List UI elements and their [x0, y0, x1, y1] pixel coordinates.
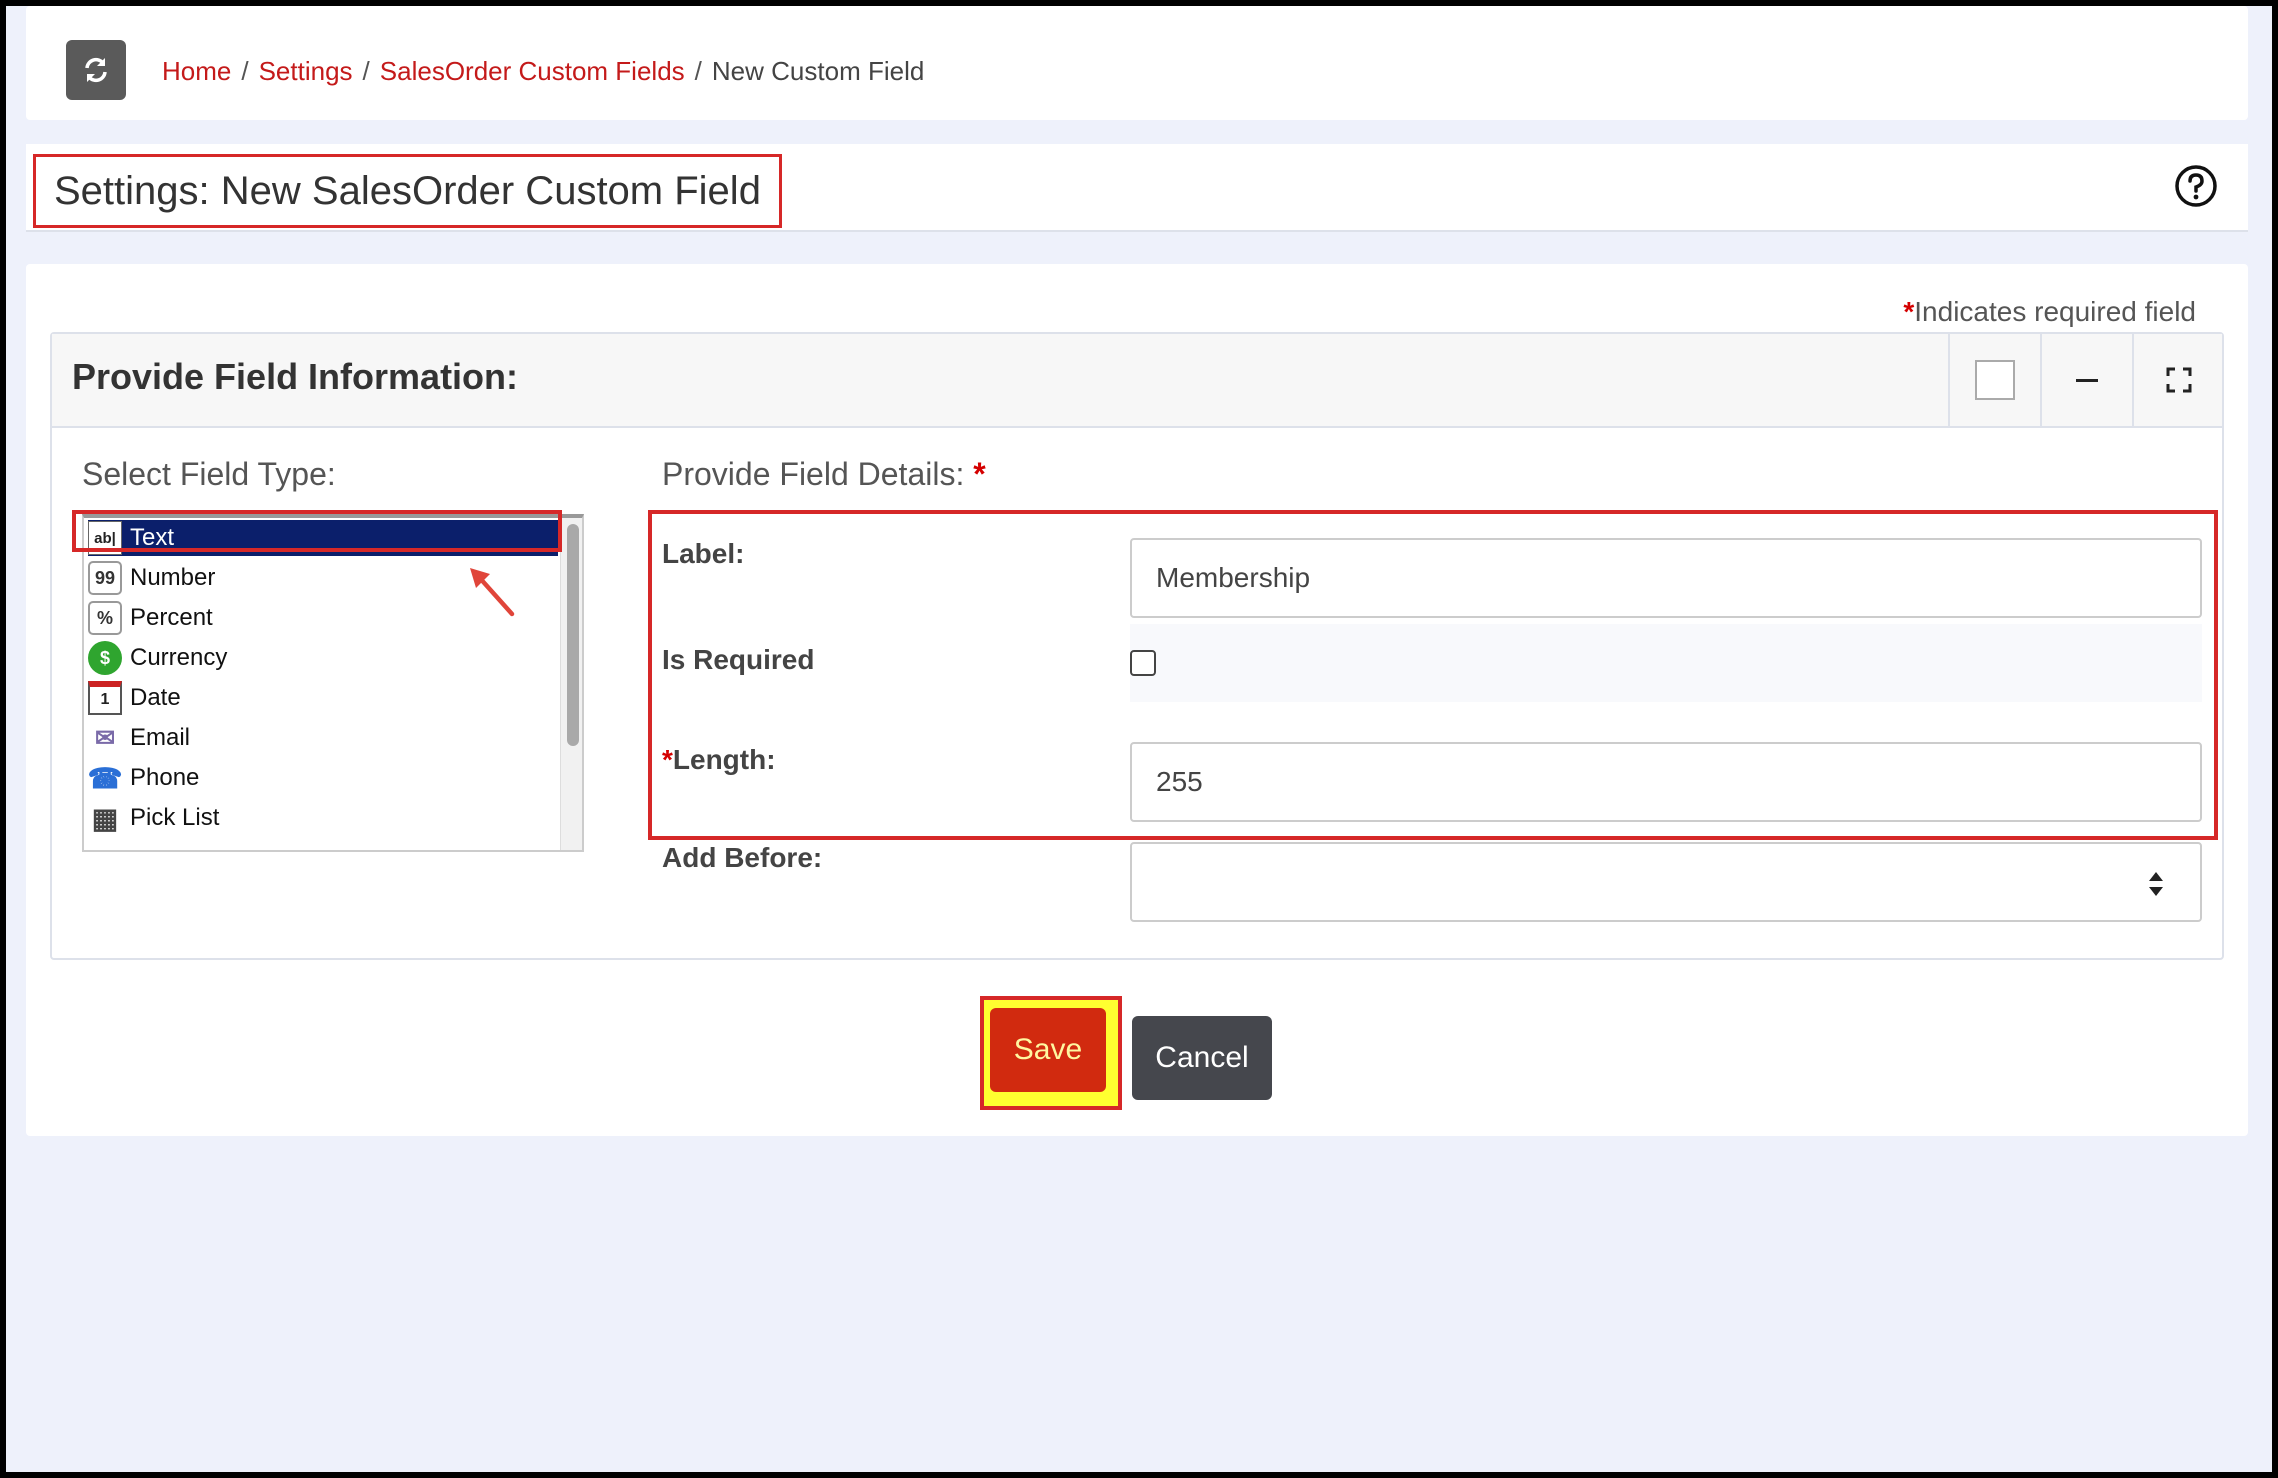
phone-icon: ☎: [87, 762, 123, 794]
panel-expand-button[interactable]: [2132, 334, 2224, 426]
field-details-annotation: [648, 510, 2218, 840]
panel-title: Provide Field Information:: [72, 356, 519, 397]
save-button[interactable]: Save: [990, 1008, 1106, 1092]
list-item-label: Number: [130, 564, 216, 591]
calendar-icon: 1: [88, 681, 122, 715]
field-details-text: Provide Field Details:: [662, 456, 965, 492]
list-item-label: Email: [130, 724, 191, 751]
breadcrumb-separator: /: [362, 56, 370, 86]
list-item-label: Phone: [130, 764, 200, 791]
required-note-text: Indicates required field: [1914, 296, 2196, 327]
title-bar: Settings: New SalesOrder Custom Field: [26, 144, 2248, 232]
checkbox-square-icon: [1975, 360, 2015, 400]
list-item-label: Currency: [130, 644, 228, 671]
breadcrumb-separator: /: [241, 56, 249, 86]
expand-icon: [2166, 367, 2192, 393]
help-icon[interactable]: [2174, 164, 2218, 208]
add-before-label: Add Before:: [662, 842, 823, 873]
field-type-date[interactable]: 1 Date: [88, 680, 558, 716]
currency-icon: $: [88, 641, 122, 675]
page-title: Settings: New SalesOrder Custom Field: [33, 154, 782, 228]
breadcrumb-home[interactable]: Home: [162, 56, 231, 86]
scroll-thumb[interactable]: [567, 524, 579, 746]
refresh-icon: [85, 57, 107, 83]
select-field-type-label: Select Field Type:: [82, 456, 336, 492]
required-note: *Indicates required field: [1903, 296, 2196, 328]
breadcrumb: Home / Settings / SalesOrder Custom Fields / N…: [162, 56, 924, 87]
app-frame: Home / Settings / SalesOrder Custom Fields / N…: [6, 6, 2272, 1472]
required-star: *: [1903, 296, 1915, 327]
breadcrumb-custom-fields[interactable]: SalesOrder Custom Fields: [380, 56, 685, 86]
breadcrumb-current: New Custom Field: [711, 56, 925, 86]
select-arrows-icon: [2149, 872, 2163, 896]
field-type-currency[interactable]: $ Currency: [88, 640, 558, 676]
field-type-email[interactable]: ✉ Email: [88, 720, 558, 756]
main-card: *Indicates required field Provide Field …: [26, 264, 2248, 1136]
field-details-label: Provide Field Details: *: [662, 456, 986, 493]
breadcrumb-bar: Home / Settings / SalesOrder Custom Fields / N…: [26, 6, 2248, 120]
field-type-picklist[interactable]: ▦ Pick List: [88, 800, 558, 836]
number-icon: 99: [88, 561, 122, 595]
refresh-button[interactable]: [66, 40, 126, 100]
list-item-label: Date: [130, 684, 181, 711]
annotation-arrow-icon: [470, 568, 515, 617]
minus-icon: [2076, 379, 2098, 382]
breadcrumb-settings[interactable]: Settings: [259, 56, 353, 86]
text-option-annotation: [72, 510, 562, 552]
list-item-label: Pick List: [130, 804, 220, 831]
required-star: *: [973, 456, 986, 492]
listbox-scrollbar[interactable]: [560, 518, 582, 850]
picklist-icon: ▦: [91, 802, 119, 834]
percent-icon: %: [88, 601, 122, 635]
field-info-panel: Provide Field Information: Select Field …: [50, 332, 2224, 960]
cancel-button[interactable]: Cancel: [1132, 1016, 1272, 1100]
email-icon: ✉: [94, 724, 116, 752]
add-before-select[interactable]: [1130, 842, 2202, 922]
field-type-phone[interactable]: ☎ Phone: [88, 760, 558, 796]
panel-minimize-button[interactable]: [2040, 334, 2132, 426]
breadcrumb-separator: /: [694, 56, 702, 86]
list-item-label: Percent: [130, 604, 213, 631]
panel-header: Provide Field Information:: [52, 334, 2222, 428]
panel-select-button[interactable]: [1948, 334, 2040, 426]
